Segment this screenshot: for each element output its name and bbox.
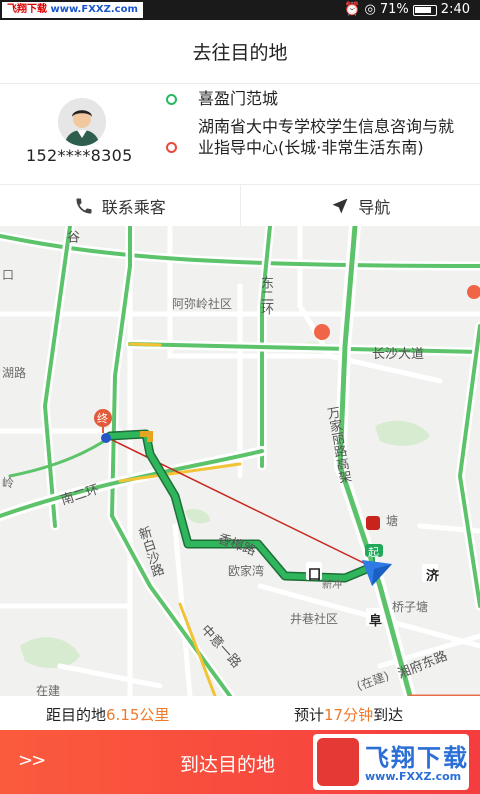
- time-suffix: 到达: [373, 706, 404, 724]
- battery-percent: 71%: [379, 2, 409, 17]
- map-label-hulu: 湖路: [2, 366, 27, 380]
- watermark-brand: 飞翔下载: [365, 744, 469, 772]
- map-label-jingxiang: 井巷社区: [290, 612, 339, 626]
- navigation-arrow-icon: [332, 198, 348, 213]
- map-label-zaijian: 在建: [36, 684, 61, 696]
- passenger-avatar: [58, 98, 106, 146]
- alarm-icon: ⏰: [344, 2, 361, 17]
- action-bar: 联系乘客 导航: [0, 184, 480, 226]
- end-marker-label: 终: [97, 412, 108, 425]
- map-label-xinchong: 新冲: [322, 580, 342, 591]
- map-label-changsha-avenue: 长沙大道: [372, 347, 425, 362]
- time-value: 17分钟: [324, 706, 374, 724]
- watermark-url: www.FXXZ.com: [50, 4, 138, 15]
- order-info: 152****8305 喜盈门范城 湖南省大中专学校学生信息咨询与就业指导中心(…: [0, 84, 480, 184]
- distance-value: 6.15公里: [106, 706, 170, 724]
- end-dot-icon: [166, 142, 177, 153]
- map-label-huai: 阜: [369, 614, 383, 629]
- time-prefix: 预计: [294, 706, 325, 724]
- watermark-mark-icon: [317, 738, 359, 786]
- map-canvas: [0, 226, 480, 696]
- start-marker-label: 起: [368, 546, 379, 559]
- start-address: 喜盈门范城: [198, 89, 279, 108]
- page-title: 去往目的地: [0, 20, 480, 84]
- clock: 2:40: [440, 2, 470, 17]
- start-location: 喜盈门范城: [166, 88, 468, 109]
- arrive-destination-button[interactable]: >> 到达目的地 飞翔下载 www.FXXZ.com: [0, 730, 480, 794]
- contact-passenger-label: 联系乘客: [101, 197, 166, 217]
- watermark-text: 飞翔下载: [7, 4, 47, 15]
- distance-prefix: 距目的地: [46, 706, 107, 724]
- map-label-gu: 谷: [64, 230, 79, 243]
- passenger-phone: 152****8305: [26, 146, 133, 165]
- map-label-qiu: 囗: [308, 568, 322, 583]
- eta-bar: 距目的地6.15公里 预计17分钟到达: [0, 696, 480, 730]
- phone-icon: [76, 198, 92, 213]
- battery-icon: [412, 4, 437, 16]
- route-map[interactable]: 阿弥岭社区 长沙大道 万家丽路高架 香樟路 南二环 新白沙路 中意一路 湖路 井…: [0, 226, 480, 696]
- map-label-amiling: 阿弥岭社区: [172, 297, 233, 311]
- destination-address: 湖南省大中专学校学生信息咨询与就业指导中心(长城·非常生活东南): [198, 117, 455, 157]
- contact-passenger-button[interactable]: 联系乘客: [0, 185, 241, 226]
- map-label-tang: 塘: [386, 514, 399, 528]
- map-label-ojiawan: 欧家湾: [228, 564, 265, 578]
- double-chevron-icon: >>: [18, 750, 46, 771]
- map-label-ji: 济: [426, 569, 440, 584]
- arrive-destination-label: 到达目的地: [180, 754, 276, 776]
- destination-location: 湖南省大中专学校学生信息咨询与就业指导中心(长城·非常生活东南): [166, 116, 468, 158]
- map-label-kou: 口: [2, 268, 15, 282]
- map-label-ling: 岭: [2, 476, 15, 490]
- map-label-huazi: 桥子塘: [392, 600, 429, 614]
- navigate-label: 导航: [358, 197, 391, 217]
- time-remaining: 预计17分钟到达: [294, 704, 403, 725]
- location-icon: ◎: [364, 2, 376, 17]
- status-bar: 飞翔下载 www.FXXZ.com ⏰ ◎ 71% 2:40: [0, 0, 480, 20]
- start-dot-icon: [166, 94, 177, 105]
- status-icons: ⏰ ◎ 71% 2:40: [344, 1, 470, 19]
- watermark-logo: 飞翔下载 www.FXXZ.com: [313, 734, 469, 790]
- watermark-badge: 飞翔下载 www.FXXZ.com: [2, 2, 143, 18]
- navigate-button[interactable]: 导航: [241, 185, 480, 226]
- watermark-domain: www.FXXZ.com: [365, 770, 462, 783]
- distance-remaining: 距目的地6.15公里: [46, 704, 169, 725]
- map-label-east-ring: 东二环: [258, 276, 273, 315]
